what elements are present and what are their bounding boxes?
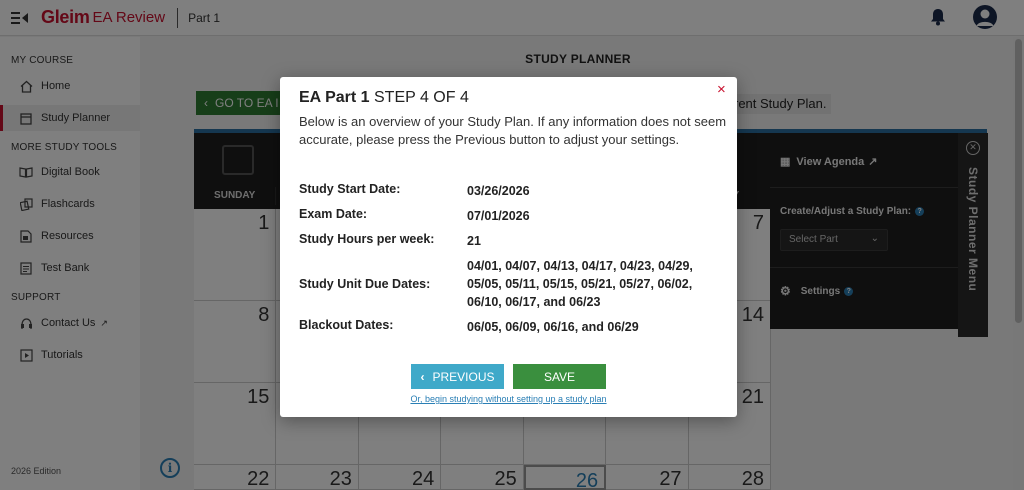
- summary-label: Exam Date:: [299, 207, 368, 221]
- save-button[interactable]: SAVE: [513, 364, 606, 389]
- previous-button[interactable]: ‹ PREVIOUS: [411, 364, 504, 389]
- summary-label: Study Unit Due Dates:: [299, 277, 431, 291]
- summary-label: Study Start Date:: [299, 182, 401, 196]
- summary-value: 06/05, 06/09, 06/16, and 06/29: [467, 320, 639, 334]
- summary-value: 03/26/2026: [467, 184, 530, 198]
- previous-label: PREVIOUS: [432, 369, 495, 384]
- modal-description: Below is an overview of your Study Plan.…: [299, 114, 727, 147]
- summary-value: 21: [467, 234, 481, 248]
- summary-value: 07/01/2026: [467, 209, 530, 223]
- summary-label: Blackout Dates:: [299, 318, 394, 332]
- close-icon[interactable]: ×: [717, 81, 726, 98]
- skip-study-plan-link[interactable]: Or, begin studying without setting up a …: [280, 394, 737, 404]
- modal-title-part: EA Part 1: [299, 89, 370, 106]
- modal-title: EA Part 1 STEP 4 OF 4: [299, 89, 469, 107]
- summary-row: Study Start Date: 03/26/2026: [299, 182, 717, 200]
- summary-row: Study Unit Due Dates: 04/01, 04/07, 04/1…: [299, 257, 717, 311]
- summary-label: Study Hours per week:: [299, 232, 435, 246]
- study-plan-modal: × EA Part 1 STEP 4 OF 4 Below is an over…: [280, 77, 737, 417]
- summary-value: 04/01, 04/07, 04/13, 04/17, 04/23, 04/29…: [467, 259, 693, 309]
- summary-row: Blackout Dates: 06/05, 06/09, 06/16, and…: [299, 318, 717, 336]
- summary-row: Study Hours per week: 21: [299, 232, 717, 250]
- modal-title-step: STEP 4 OF 4: [374, 89, 469, 106]
- chevron-left-icon: ‹: [420, 369, 425, 384]
- summary-row: Exam Date: 07/01/2026: [299, 207, 717, 225]
